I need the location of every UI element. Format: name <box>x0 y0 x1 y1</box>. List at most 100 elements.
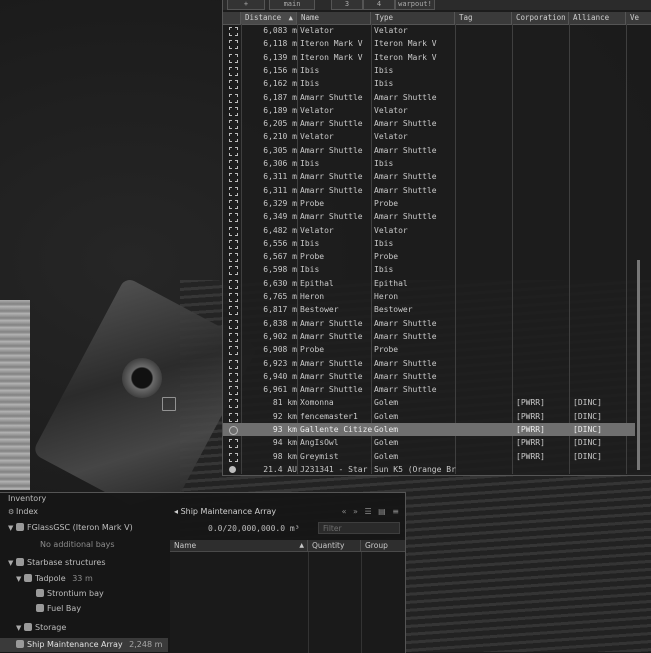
column-item-name-header[interactable]: Name ▲ <box>170 540 308 551</box>
overview-row[interactable]: 6,311 m Amarr Shuttle Amarr Shuttle <box>223 184 635 197</box>
tab-add[interactable]: + <box>227 0 265 10</box>
bracket-icon <box>229 386 238 396</box>
column-name-header[interactable]: Name <box>297 12 371 24</box>
overview-row[interactable]: 6,306 m Ibis Ibis <box>223 157 635 170</box>
overview-tab-bar: + main 3 4 warpout! <box>223 0 651 10</box>
bracket-icon <box>229 160 238 169</box>
overview-row[interactable]: 94 km AngIsOwl Golem [PWRR] [DINC] <box>223 436 635 449</box>
overview-row[interactable]: 21.4 AUJ231341 - Star Sun K5 (Orange Brig <box>223 463 635 476</box>
bracket-icon <box>229 253 238 263</box>
tree-starbase-structures[interactable]: ▼ Starbase structures <box>8 558 106 567</box>
row-distance: 6,556 m <box>263 238 297 248</box>
row-type: Velator <box>374 132 408 142</box>
overview-row[interactable]: 6,940 m Amarr Shuttle Amarr Shuttle <box>223 370 635 383</box>
column-type-header[interactable]: Type <box>371 12 455 24</box>
row-type: Ibis <box>374 159 394 168</box>
container-item-list[interactable] <box>170 552 405 653</box>
tree-ship[interactable]: ▼ FGlassGSC (Iteron Mark V) <box>8 523 133 532</box>
tree-tadpole[interactable]: ▼ Tadpole 33 m <box>16 574 93 583</box>
overview-row[interactable]: 6,305 m Amarr Shuttle Amarr Shuttle <box>223 144 635 157</box>
row-name: Amarr Shuttle <box>300 172 363 182</box>
row-name: Greymist <box>300 451 339 461</box>
filter-input[interactable]: Filter <box>318 522 400 534</box>
overview-row[interactable]: 6,567 m Probe Probe <box>223 250 635 263</box>
column-alliance-header[interactable]: Alliance <box>569 12 626 24</box>
row-name: J231341 - Star <box>300 464 368 474</box>
row-name: Amarr Shuttle <box>300 212 363 222</box>
target-circle-icon <box>229 426 238 435</box>
overview-row[interactable]: 6,311 m Amarr Shuttle Amarr Shuttle <box>223 170 635 183</box>
container-path-label: Ship Maintenance Array <box>180 507 277 516</box>
column-quantity-header[interactable]: Quantity <box>308 540 361 551</box>
overview-window: + main 3 4 warpout! Distance ▲ Name Type… <box>222 0 651 476</box>
tree-strontium-bay[interactable]: Strontium bay <box>36 589 104 598</box>
overview-row[interactable]: 6,961 m Amarr Shuttle Amarr Shuttle <box>223 383 635 396</box>
bracket-icon <box>229 226 238 236</box>
tab-3[interactable]: 3 <box>331 0 363 10</box>
overview-row[interactable]: 6,482 m Velator Velator <box>223 224 635 237</box>
back-arrow-icon[interactable]: ◂ <box>174 507 178 516</box>
sma-icon <box>16 640 24 648</box>
tree-index[interactable]: ⚙ Index <box>8 507 38 516</box>
overview-row[interactable]: 6,556 m Ibis Ibis <box>223 237 635 250</box>
overview-row[interactable]: 6,162 m Ibis Ibis <box>223 77 635 90</box>
overview-row[interactable]: 6,630 m Epithal Epithal <box>223 277 635 290</box>
view-mode-controls[interactable]: « » ☰ ▤ ≡ <box>342 507 401 516</box>
overview-row[interactable]: 6,187 m Amarr Shuttle Amarr Shuttle <box>223 91 635 104</box>
overview-row[interactable]: 92 km fencemaster1 Golem [PWRR] [DINC] <box>223 410 635 423</box>
tab-4[interactable]: 4 <box>363 0 395 10</box>
overview-row[interactable]: 98 km Greymist Golem [PWRR] [DINC] <box>223 450 635 463</box>
chevron-down-icon: ▼ <box>16 575 22 583</box>
row-type: Amarr Shuttle <box>374 92 437 102</box>
overview-row[interactable]: 6,908 m Probe Probe <box>223 343 635 356</box>
bracket-icon <box>229 146 238 156</box>
overview-row[interactable]: 6,598 m Ibis Ibis <box>223 263 635 276</box>
row-name: Amarr Shuttle <box>300 119 363 129</box>
overview-row[interactable]: 81 km Xomonna Golem [PWRR] [DINC] <box>223 396 635 409</box>
row-distance: 6,838 m <box>263 318 297 328</box>
column-corporation-header[interactable]: Corporation <box>512 12 569 24</box>
row-name: fencemaster1 <box>300 411 358 421</box>
overview-row[interactable]: 6,838 m Amarr Shuttle Amarr Shuttle <box>223 317 635 330</box>
overview-row[interactable]: 6,765 m Heron Heron <box>223 290 635 303</box>
row-type: Amarr Shuttle <box>374 371 437 381</box>
column-tag-header[interactable]: Tag <box>455 12 512 24</box>
overview-row[interactable]: 6,817 m Bestower Bestower <box>223 303 635 316</box>
column-distance-header[interactable]: Distance ▲ <box>241 12 297 24</box>
row-corporation: [PWRR] <box>516 411 545 421</box>
row-type: Iteron Mark V <box>374 52 437 62</box>
tree-fuel-bay[interactable]: Fuel Bay <box>36 604 81 613</box>
overview-row[interactable]: 6,083 m Velator Velator <box>223 24 635 37</box>
overview-row[interactable]: 6,923 m Amarr Shuttle Amarr Shuttle <box>223 357 635 370</box>
overview-row[interactable]: 6,156 m Ibis Ibis <box>223 64 635 77</box>
overview-row[interactable]: 93 kmGallente Citizen 8Golem [PWRR] [DINC] <box>223 423 635 436</box>
row-name: Xomonna <box>300 398 334 408</box>
overview-row[interactable]: 6,210 m Velator Velator <box>223 130 635 143</box>
overview-row[interactable]: 6,205 m Amarr Shuttle Amarr Shuttle <box>223 117 635 130</box>
overview-row[interactable]: 6,902 m Amarr Shuttle Amarr Shuttle <box>223 330 635 343</box>
column-velocity-header[interactable]: Ve <box>626 12 651 24</box>
row-distance: 6,083 m <box>263 26 297 35</box>
row-name: Amarr Shuttle <box>300 145 363 155</box>
row-name: Amarr Shuttle <box>300 371 363 381</box>
overview-row[interactable]: 6,189 m Velator Velator <box>223 104 635 117</box>
column-item-name-label: Name <box>174 541 197 550</box>
bracket-icon <box>229 399 238 409</box>
sun-icon <box>229 465 236 473</box>
row-alliance: [DINC] <box>573 425 602 434</box>
inventory-window: Inventory ⚙ Index ▼ FGlassGSC (Iteron Mark… <box>0 492 406 653</box>
column-icon-header[interactable] <box>223 12 241 24</box>
overview-row[interactable]: 6,139 m Iteron Mark V Iteron Mark V <box>223 51 635 64</box>
row-distance: 6,156 m <box>263 65 297 75</box>
tree-storage[interactable]: ▼ Storage <box>16 623 66 632</box>
tree-ship-maintenance-array[interactable]: Ship Maintenance Array 2,248 m <box>0 638 168 652</box>
overview-row[interactable]: 6,118 m Iteron Mark V Iteron Mark V <box>223 37 635 50</box>
column-group-header[interactable]: Group <box>361 540 405 551</box>
bracket-icon <box>229 27 238 36</box>
overview-scrollbar[interactable] <box>637 260 640 470</box>
overview-row[interactable]: 6,329 m Probe Probe <box>223 197 635 210</box>
tab-main[interactable]: main <box>269 0 315 10</box>
row-distance: 6,961 m <box>263 385 297 395</box>
overview-row[interactable]: 6,349 m Amarr Shuttle Amarr Shuttle <box>223 210 635 223</box>
tab-warpout[interactable]: warpout! <box>395 0 435 10</box>
